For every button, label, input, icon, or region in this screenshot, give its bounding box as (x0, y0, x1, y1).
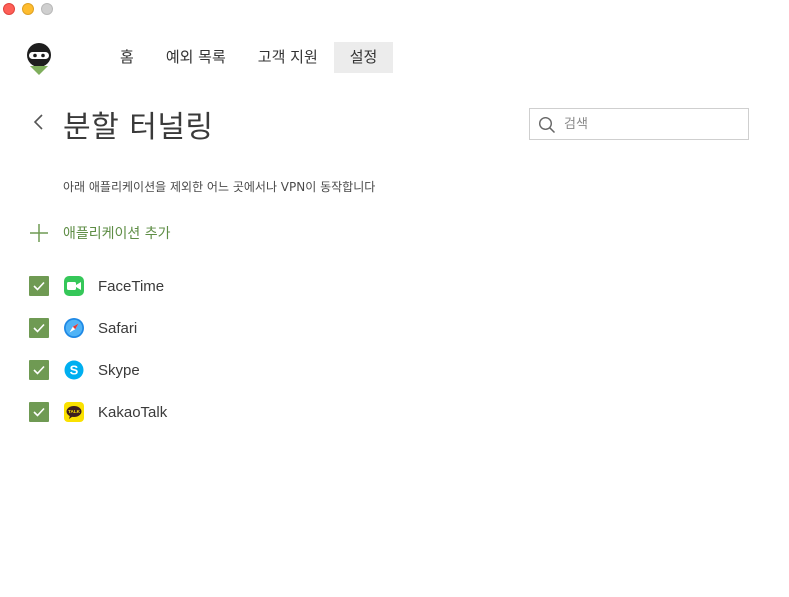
safari-icon (64, 318, 84, 338)
checkmark-icon (33, 323, 45, 333)
page-title: 분할 터널링 (63, 110, 214, 145)
list-item: FaceTime (29, 265, 167, 307)
app-window: 홈 예외 목록 고객 지원 설정 분할 터널링 아래 애플리케이션을 제외한 어… (0, 0, 789, 597)
svg-text:TALK: TALK (68, 409, 81, 414)
app-checkbox[interactable] (29, 402, 49, 422)
plus-icon (30, 224, 48, 242)
list-item: Safari (29, 307, 167, 349)
excluded-app-list: FaceTime Safari S Skype TALK KakaoTalk (29, 265, 167, 433)
skype-icon: S (64, 360, 84, 380)
add-application-button[interactable]: 애플리케이션 추가 (28, 222, 171, 244)
checkmark-icon (33, 407, 45, 417)
main-nav: 홈 예외 목록 고객 지원 설정 (104, 42, 394, 73)
facetime-icon (64, 276, 84, 296)
nav-item-settings[interactable]: 설정 (333, 42, 394, 73)
list-item: S Skype (29, 349, 167, 391)
app-checkbox[interactable] (29, 276, 49, 296)
minimize-window-button[interactable] (22, 3, 34, 15)
app-name: Skype (98, 361, 140, 379)
ninja-logo-icon (27, 43, 51, 75)
chevron-left-icon[interactable] (30, 110, 48, 134)
close-window-button[interactable] (3, 3, 15, 15)
nav-item-home[interactable]: 홈 (104, 42, 150, 73)
svg-text:S: S (70, 363, 79, 378)
kakaotalk-icon: TALK (64, 402, 84, 422)
zoom-window-button[interactable] (41, 3, 53, 15)
app-name: FaceTime (98, 277, 165, 295)
app-name: KakaoTalk (98, 403, 168, 421)
checkmark-icon (33, 365, 45, 375)
search-input[interactable] (564, 113, 742, 135)
nav-item-exceptions[interactable]: 예외 목록 (150, 42, 242, 73)
app-checkbox[interactable] (29, 360, 49, 380)
search-box[interactable] (529, 108, 749, 140)
add-application-label: 애플리케이션 추가 (63, 226, 171, 242)
list-item: TALK KakaoTalk (29, 391, 167, 433)
search-icon (538, 116, 556, 134)
checkmark-icon (33, 281, 45, 291)
app-name: Safari (98, 319, 138, 337)
split-tunnel-description: 아래 애플리케이션을 제외한 어느 곳에서나 VPN이 동작합니다 (63, 180, 376, 194)
nav-item-support[interactable]: 고객 지원 (242, 42, 334, 73)
app-checkbox[interactable] (29, 318, 49, 338)
window-controls (3, 3, 53, 15)
